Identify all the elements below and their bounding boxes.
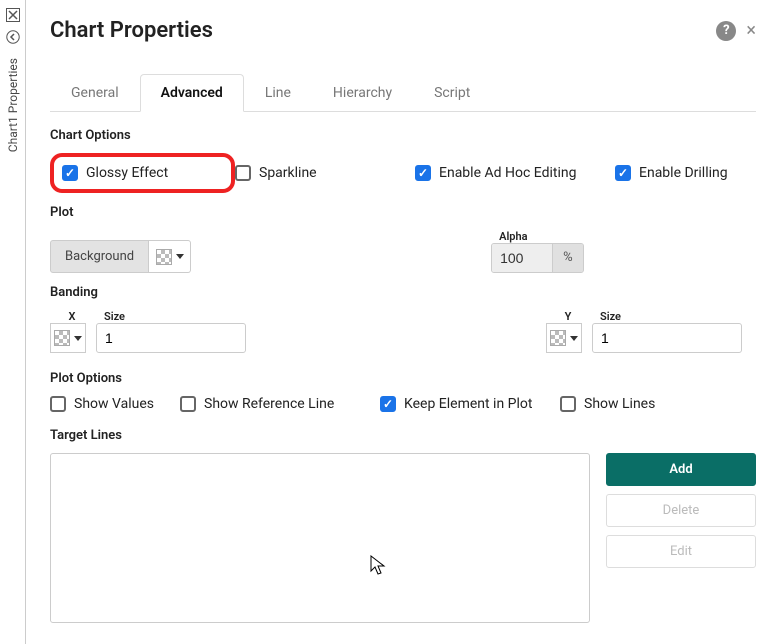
checkbox-icon <box>415 165 431 181</box>
back-icon[interactable] <box>4 28 22 46</box>
glossy-effect-checkbox[interactable]: Glossy Effect <box>62 165 168 181</box>
show-lines-checkbox[interactable]: Show Lines <box>560 396 700 412</box>
checkbox-icon <box>180 396 196 412</box>
transparent-swatch-icon <box>156 249 172 265</box>
banding-x-col: X Size <box>50 310 246 353</box>
tab-script[interactable]: Script <box>413 74 491 112</box>
help-icon[interactable]: ? <box>716 21 736 41</box>
tab-general[interactable]: General <box>50 74 140 112</box>
tab-line[interactable]: Line <box>244 74 312 112</box>
show-lines-label: Show Lines <box>584 396 655 412</box>
transparent-swatch-icon <box>54 330 70 346</box>
adhoc-label: Enable Ad Hoc Editing <box>439 165 576 181</box>
target-lines-list[interactable] <box>50 453 590 623</box>
transparent-swatch-icon <box>550 330 566 346</box>
adhoc-checkbox[interactable]: Enable Ad Hoc Editing <box>415 165 615 181</box>
left-rail: Chart1 Properties <box>0 0 26 644</box>
background-swatch[interactable] <box>149 240 191 273</box>
banding-x-dropdown[interactable] <box>50 323 86 353</box>
banding-row: X Size Y Size <box>50 310 756 353</box>
banding-y-col: Y Size <box>546 310 742 353</box>
ref-line-label: Show Reference Line <box>204 396 334 412</box>
alpha-group: Alpha % <box>491 230 584 273</box>
sparkline-label: Sparkline <box>259 165 317 181</box>
section-chart-options-label: Chart Options <box>50 128 756 143</box>
glossy-highlight: Glossy Effect <box>50 153 235 193</box>
delete-button[interactable]: Delete <box>606 494 756 527</box>
keep-elem-label: Keep Element in Plot <box>404 396 532 412</box>
chevron-down-icon <box>74 336 82 341</box>
section-target-lines-label: Target Lines <box>50 428 756 443</box>
drilling-label: Enable Drilling <box>639 165 728 181</box>
edit-button[interactable]: Edit <box>606 535 756 568</box>
checkbox-icon <box>235 165 251 181</box>
tab-advanced[interactable]: Advanced <box>140 74 244 112</box>
banding-x-size-label: Size <box>104 310 246 323</box>
close-panel-icon[interactable] <box>4 6 22 24</box>
properties-panel: Chart Properties ? × General Advanced Li… <box>26 0 780 644</box>
banding-y-size-label: Size <box>600 310 742 323</box>
banding-x-label: X <box>58 310 86 323</box>
show-values-label: Show Values <box>74 396 154 412</box>
checkbox-icon <box>560 396 576 412</box>
panel-title: Chart Properties <box>50 18 213 43</box>
drilling-checkbox[interactable]: Enable Drilling <box>615 165 765 181</box>
tab-hierarchy[interactable]: Hierarchy <box>312 74 413 112</box>
checkbox-icon <box>615 165 631 181</box>
add-button[interactable]: Add <box>606 453 756 486</box>
plot-row: Background Alpha % <box>50 230 756 273</box>
banding-y-size-input[interactable] <box>592 323 742 353</box>
glossy-label: Glossy Effect <box>86 165 168 181</box>
show-values-checkbox[interactable]: Show Values <box>50 396 180 412</box>
target-lines-buttons: Add Delete Edit <box>606 453 756 623</box>
section-plot-options-label: Plot Options <box>50 371 756 386</box>
chevron-down-icon <box>570 336 578 341</box>
plot-options-row: Show Values Show Reference Line Keep Ele… <box>50 396 756 412</box>
alpha-input[interactable] <box>492 244 552 272</box>
banding-y-label: Y <box>554 310 582 323</box>
panel-header: Chart Properties ? × <box>50 18 756 43</box>
banding-y-dropdown[interactable] <box>546 323 582 353</box>
alpha-label: Alpha <box>499 230 584 243</box>
tabs-bar: General Advanced Line Hierarchy Script <box>50 73 756 112</box>
keep-element-checkbox[interactable]: Keep Element in Plot <box>380 396 560 412</box>
close-icon[interactable]: × <box>746 20 756 41</box>
chevron-down-icon <box>176 254 184 259</box>
checkbox-icon <box>62 165 78 181</box>
section-plot-label: Plot <box>50 205 756 220</box>
target-lines-area: Add Delete Edit <box>50 453 756 623</box>
show-reference-line-checkbox[interactable]: Show Reference Line <box>180 396 380 412</box>
rail-title: Chart1 Properties <box>6 58 20 152</box>
checkbox-icon <box>50 396 66 412</box>
background-picker[interactable]: Background <box>50 240 191 273</box>
alpha-unit: % <box>552 244 583 272</box>
checkbox-icon <box>380 396 396 412</box>
section-banding-label: Banding <box>50 285 756 300</box>
chart-options-row: Glossy Effect Sparkline Enable Ad Hoc Ed… <box>50 153 756 193</box>
background-button[interactable]: Background <box>50 240 149 273</box>
sparkline-checkbox[interactable]: Sparkline <box>235 165 415 181</box>
banding-x-size-input[interactable] <box>96 323 246 353</box>
